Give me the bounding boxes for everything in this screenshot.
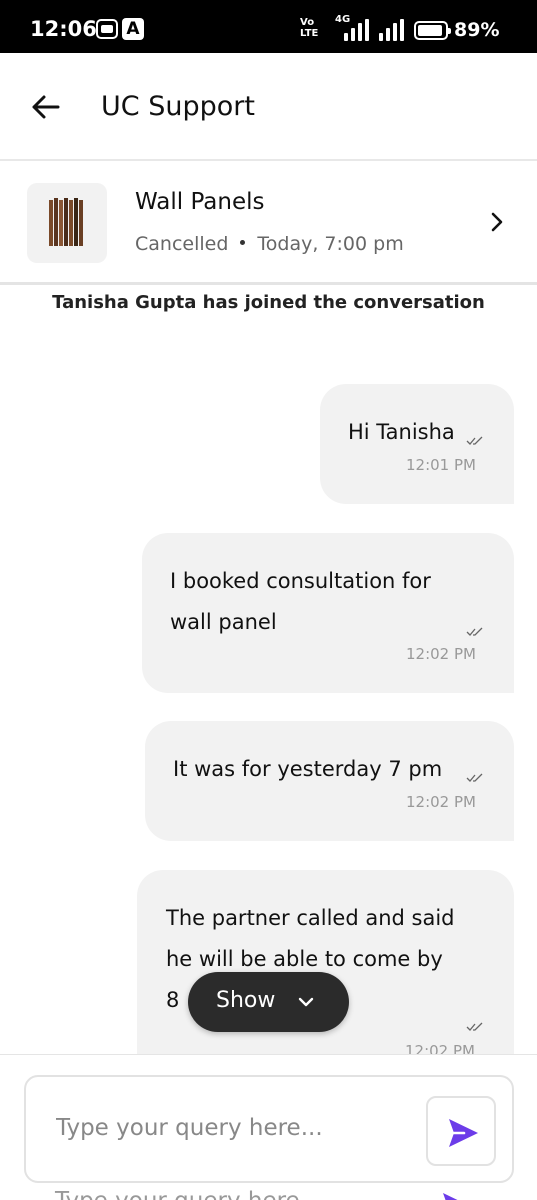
message-time: 12:02 PM xyxy=(405,1042,475,1054)
status-time: 12:06 xyxy=(30,17,97,41)
message-time: 12:02 PM xyxy=(406,645,476,663)
booking-title: Wall Panels xyxy=(135,189,265,215)
send-icon xyxy=(449,1119,478,1147)
status-bar: 12:06 A Vo LTE 4G 89% xyxy=(0,0,537,53)
volte-line1: Vo xyxy=(300,17,315,28)
volte-indicator: Vo LTE xyxy=(300,17,318,39)
chevron-right-icon[interactable] xyxy=(490,211,504,233)
double-check-icon xyxy=(466,1022,483,1031)
chevron-down-icon xyxy=(298,997,314,1007)
system-message: Tanisha Gupta has joined the conversatio… xyxy=(52,292,485,313)
signal-strength-icon xyxy=(344,19,374,41)
booking-meta: Cancelled Today, 7:00 pm xyxy=(135,233,404,255)
booking-status: Cancelled xyxy=(135,233,229,255)
message-composer xyxy=(0,1054,537,1200)
message-bubble: I booked consultation for wall panel 12:… xyxy=(142,533,514,693)
battery-icon xyxy=(414,21,451,40)
double-check-icon xyxy=(466,773,483,782)
message-text: I booked consultation for wall panel xyxy=(170,569,431,634)
double-check-icon xyxy=(466,627,483,636)
notification-app-icon xyxy=(96,19,118,39)
ghost-send-icon xyxy=(440,1190,474,1200)
signal-strength-icon-2 xyxy=(379,19,409,41)
ghost-placeholder: Type your query here... xyxy=(55,1188,322,1200)
battery-percent: 89% xyxy=(454,19,500,41)
message-bubble: It was for yesterday 7 pm 12:02 PM xyxy=(145,721,514,841)
send-button[interactable] xyxy=(426,1096,496,1166)
notification-letter-icon: A xyxy=(122,18,144,40)
message-time: 12:02 PM xyxy=(406,793,476,811)
back-arrow-icon[interactable] xyxy=(30,93,62,121)
booking-datetime: Today, 7:00 pm xyxy=(257,233,404,255)
chat-header: UC Support xyxy=(0,53,537,161)
message-bubble: Hi Tanisha 12:01 PM xyxy=(320,384,514,504)
wall-panel-image xyxy=(49,198,83,246)
input-container xyxy=(24,1075,514,1183)
message-text: It was for yesterday 7 pm xyxy=(173,757,443,781)
query-input[interactable] xyxy=(56,1111,416,1145)
message-text: Hi Tanisha xyxy=(348,420,455,444)
double-check-icon xyxy=(466,436,483,445)
booking-card[interactable]: Wall Panels Cancelled Today, 7:00 pm xyxy=(0,163,537,285)
message-time: 12:01 PM xyxy=(406,456,476,474)
product-thumbnail xyxy=(27,183,107,263)
show-label: Show xyxy=(216,988,276,1013)
volte-line2: LTE xyxy=(300,28,319,39)
show-button[interactable]: Show xyxy=(188,972,349,1032)
chat-messages: Hi Tanisha 12:01 PM I booked consultatio… xyxy=(0,330,537,1054)
separator-dot xyxy=(240,240,246,245)
page-title: UC Support xyxy=(101,91,255,122)
